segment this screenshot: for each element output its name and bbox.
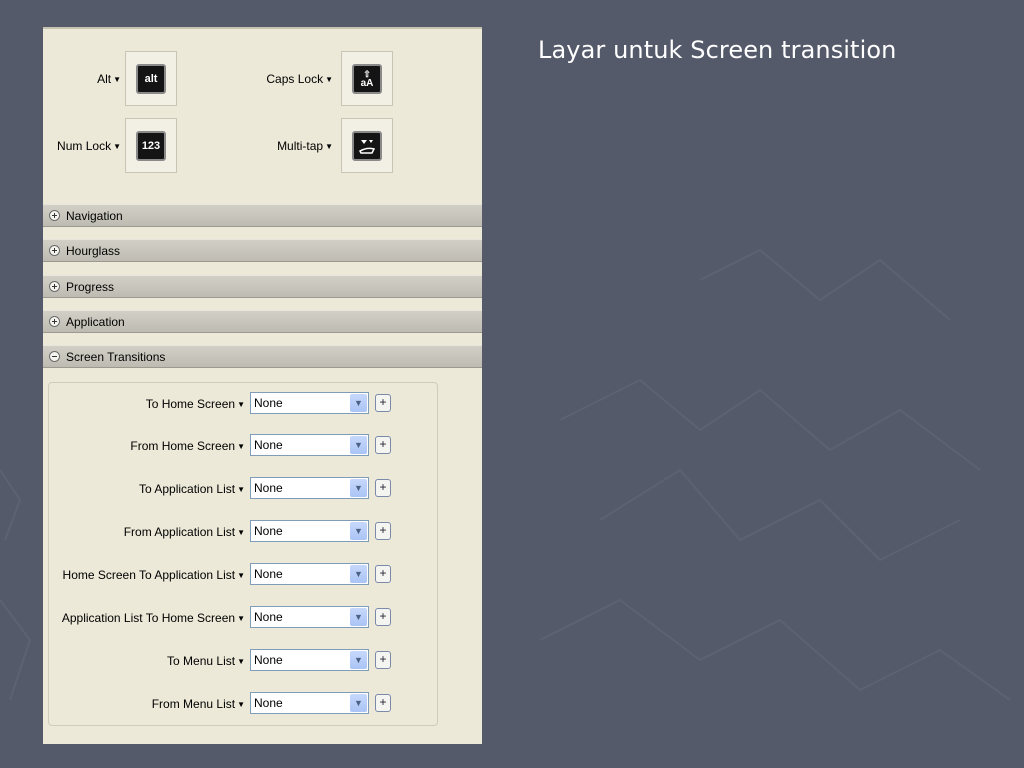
- icon-label-multi-tap: Multi-tap: [277, 139, 324, 153]
- expand-icon[interactable]: [49, 316, 60, 327]
- transition-select[interactable]: None ▼: [250, 563, 369, 585]
- section-label: Hourglass: [66, 243, 121, 258]
- dropdown-caret-icon[interactable]: ▼: [325, 75, 333, 84]
- transition-row-from-application-list: From Application List ▼ None ▼ +: [49, 520, 439, 544]
- section-header-hourglass[interactable]: Hourglass: [43, 239, 482, 262]
- icon-item-num-lock[interactable]: Num Lock ▼ 123: [43, 118, 183, 173]
- dropdown-caret-icon[interactable]: ▼: [113, 75, 121, 84]
- screen-transitions-group: To Home Screen ▼ None ▼ + From Home Screen…: [48, 382, 438, 726]
- icon-item-alt[interactable]: Alt ▼ alt: [43, 51, 183, 106]
- dropdown-caret-icon[interactable]: ▼: [237, 442, 245, 451]
- transition-row-to-menu-list: To Menu List ▼ None ▼ +: [49, 649, 439, 673]
- transition-select[interactable]: None ▼: [250, 392, 369, 414]
- transition-label: To Application List: [139, 482, 236, 496]
- dropdown-caret-icon[interactable]: ▼: [325, 142, 333, 151]
- icon-preview-box[interactable]: 123: [125, 118, 177, 173]
- chevron-down-icon[interactable]: ▼: [350, 608, 367, 626]
- add-button[interactable]: +: [375, 479, 391, 497]
- dropdown-caret-icon[interactable]: ▼: [237, 614, 245, 623]
- transition-row-home-to-application-list: Home Screen To Application List ▼ None ▼ +: [49, 563, 439, 587]
- icon-item-caps-lock[interactable]: Caps Lock ▼ ⇧ aA: [243, 51, 395, 106]
- section-label: Progress: [66, 279, 115, 294]
- add-button[interactable]: +: [375, 565, 391, 583]
- transition-label: Home Screen To Application List: [62, 568, 236, 582]
- theme-builder-panel: Alt ▼ alt Caps Lock ▼ ⇧ aA Num Lock ▼ 123 Mu…: [43, 27, 482, 744]
- icon-item-multi-tap[interactable]: Multi-tap ▼: [243, 118, 395, 173]
- section-label: Navigation: [66, 208, 123, 223]
- transition-label: From Home Screen: [130, 439, 236, 453]
- chevron-down-icon[interactable]: ▼: [350, 479, 367, 497]
- chevron-down-icon[interactable]: ▼: [350, 565, 367, 583]
- expand-icon[interactable]: [49, 281, 60, 292]
- transition-label: To Home Screen: [145, 397, 236, 411]
- section-header-application[interactable]: Application: [43, 310, 482, 333]
- icon-label-alt: Alt: [97, 72, 112, 86]
- dropdown-caret-icon[interactable]: ▼: [237, 485, 245, 494]
- transition-row-to-application-list: To Application List ▼ None ▼ +: [49, 477, 439, 501]
- transition-label: From Application List: [123, 525, 236, 539]
- chevron-down-icon[interactable]: ▼: [350, 694, 367, 712]
- section-label: Application: [66, 314, 125, 329]
- icon-label-caps-lock: Caps Lock: [266, 72, 324, 86]
- transition-row-application-list-to-home: Application List To Home Screen ▼ None ▼ +: [49, 606, 439, 630]
- add-button[interactable]: +: [375, 651, 391, 669]
- collapse-icon[interactable]: [49, 351, 60, 362]
- dropdown-caret-icon[interactable]: ▼: [237, 528, 245, 537]
- dropdown-caret-icon[interactable]: ▼: [237, 657, 245, 666]
- transition-label: Application List To Home Screen: [61, 611, 236, 625]
- transition-row-from-home-screen: From Home Screen ▼ None ▼ +: [49, 434, 439, 458]
- section-header-progress[interactable]: Progress: [43, 275, 482, 298]
- dropdown-caret-icon[interactable]: ▼: [237, 700, 245, 709]
- transition-select[interactable]: None ▼: [250, 692, 369, 714]
- transition-select[interactable]: None ▼: [250, 434, 369, 456]
- add-button[interactable]: +: [375, 522, 391, 540]
- section-header-navigation[interactable]: Navigation: [43, 204, 482, 227]
- add-button[interactable]: +: [375, 608, 391, 626]
- add-button[interactable]: +: [375, 694, 391, 712]
- transition-row-to-home-screen: To Home Screen ▼ None ▼ +: [49, 392, 439, 416]
- chevron-down-icon[interactable]: ▼: [350, 651, 367, 669]
- add-button[interactable]: +: [375, 394, 391, 412]
- dropdown-caret-icon[interactable]: ▼: [237, 571, 245, 580]
- icon-label-num-lock: Num Lock: [57, 139, 112, 153]
- caps-lock-icon: ⇧ aA: [352, 63, 382, 94]
- num-lock-icon: 123: [136, 130, 166, 161]
- dropdown-caret-icon[interactable]: ▼: [113, 142, 121, 151]
- transition-select[interactable]: None ▼: [250, 477, 369, 499]
- chevron-down-icon[interactable]: ▼: [350, 436, 367, 454]
- chevron-down-icon[interactable]: ▼: [350, 394, 367, 412]
- transition-select[interactable]: None ▼: [250, 520, 369, 542]
- transition-select[interactable]: None ▼: [250, 649, 369, 671]
- transition-label: From Menu List: [151, 697, 236, 711]
- icon-preview-box[interactable]: [341, 118, 393, 173]
- expand-icon[interactable]: [49, 210, 60, 221]
- section-header-screen-transitions[interactable]: Screen Transitions: [43, 345, 482, 368]
- expand-icon[interactable]: [49, 245, 60, 256]
- icon-preview-box[interactable]: ⇧ aA: [341, 51, 393, 106]
- slide-title: Layar untuk Screen transition: [538, 36, 897, 64]
- multi-tap-icon: [352, 130, 382, 161]
- transition-row-from-menu-list: From Menu List ▼ None ▼ +: [49, 692, 439, 716]
- icon-preview-box[interactable]: alt: [125, 51, 177, 106]
- add-button[interactable]: +: [375, 436, 391, 454]
- dropdown-caret-icon[interactable]: ▼: [237, 400, 245, 409]
- chevron-down-icon[interactable]: ▼: [350, 522, 367, 540]
- transition-label: To Menu List: [167, 654, 236, 668]
- section-label: Screen Transitions: [66, 349, 166, 364]
- alt-key-icon: alt: [136, 63, 166, 94]
- transition-select[interactable]: None ▼: [250, 606, 369, 628]
